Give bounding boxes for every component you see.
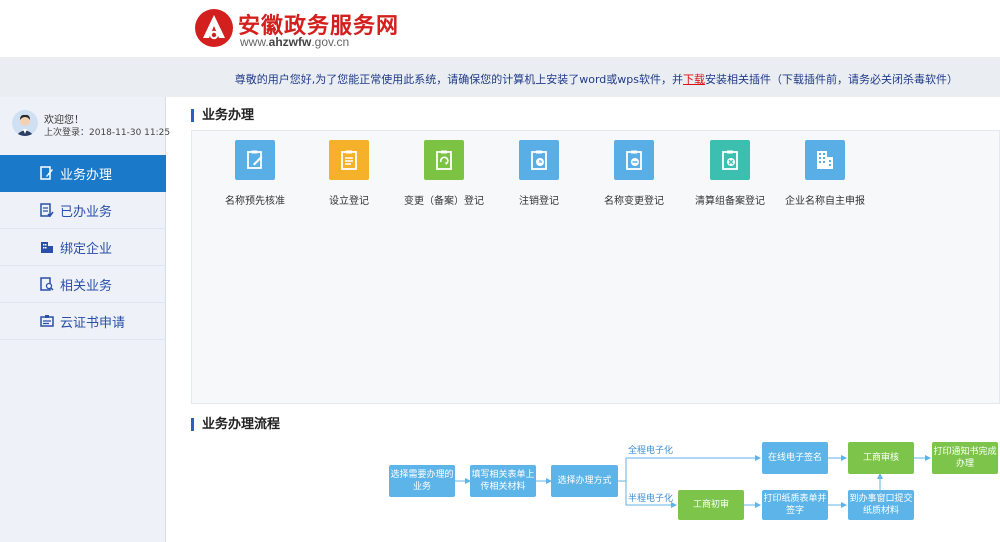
certificate-icon: [40, 315, 54, 327]
sidebar-item-business[interactable]: 业务办理: [0, 155, 166, 192]
sidebar-item-label: 云证书申请: [60, 315, 126, 331]
flow-branch-half: 半程电子化: [628, 494, 674, 504]
flow-step-online-sign: 在线电子签名: [762, 442, 828, 474]
tile-establish[interactable]: 设立登记: [299, 140, 399, 207]
welcome-text: 欢迎您！: [44, 115, 84, 126]
site-logo-icon[interactable]: [194, 8, 234, 48]
sidebar-item-bind-company[interactable]: 绑定企业: [0, 229, 166, 266]
tile-name-precheck[interactable]: 名称预先核准: [205, 140, 305, 207]
flow-step-submit-paper: 到办事窗口提交纸质材料: [848, 490, 914, 520]
flow-step-print-form: 打印纸质表单并签字: [762, 490, 828, 520]
tile-label: 清算组备案登记: [695, 196, 765, 207]
last-login-text: 上次登录：2018-11-30 11:25: [44, 128, 171, 138]
tile-icon-bg: [424, 140, 464, 180]
sidebar-item-done[interactable]: 已办业务: [0, 192, 166, 229]
user-avatar-icon: [12, 110, 38, 136]
sidebar-nav: 业务办理 已办业务 绑定企业 相关业务 云证书申请: [0, 155, 166, 340]
edit-doc-icon: [40, 166, 53, 180]
tile-label: 变更（备案）登记: [404, 196, 484, 207]
tile-icon-bg: [235, 140, 275, 180]
avatar: [12, 110, 38, 136]
search-doc-icon: [40, 277, 54, 291]
clipboard-icon: [341, 150, 357, 170]
tile-change[interactable]: 变更（备案）登记: [394, 140, 494, 207]
tile-label: 名称预先核准: [225, 196, 285, 207]
tile-label: 注销登记: [519, 196, 559, 207]
sidebar-item-label: 绑定企业: [60, 241, 113, 257]
flow-step-print-notice: 打印通知书完成办理: [932, 442, 998, 474]
tile-liquidation[interactable]: 清算组备案登记: [680, 140, 780, 207]
sidebar-item-cloud-cert[interactable]: 云证书申请: [0, 303, 166, 340]
flow-step-review: 工商审核: [848, 442, 914, 474]
flow-step-select-business: 选择需要办理的业务: [389, 465, 455, 497]
download-plugin-link[interactable]: 下载: [683, 73, 705, 86]
clipboard-refresh-icon: [436, 150, 452, 170]
flow-branch-full: 全程电子化: [628, 446, 674, 456]
clipboard-close-icon: [722, 150, 738, 170]
section-title-business: 业务办理: [191, 109, 254, 122]
tile-icon-bg: [805, 140, 845, 180]
done-doc-icon: [40, 203, 54, 217]
tile-icon-bg: [614, 140, 654, 180]
sidebar: 欢迎您！ 上次登录：2018-11-30 11:25 业务办理 已办业务 绑定企…: [0, 97, 170, 542]
tile-name-change[interactable]: 名称变更登记: [584, 140, 684, 207]
sidebar-item-label: 相关业务: [60, 278, 113, 294]
site-url: www.ahzwfw.gov.cn: [240, 35, 350, 49]
tile-icon-bg: [329, 140, 369, 180]
tile-icon-bg: [519, 140, 559, 180]
section-title-flow: 业务办理流程: [191, 418, 280, 431]
notice-text: 尊敬的用户您好,为了您能正常使用此系统，请确保您的计算机上安装了word或wps…: [234, 73, 958, 86]
user-info: 欢迎您！ 上次登录：2018-11-30 11:25: [0, 97, 170, 154]
tile-self-declare[interactable]: 企业名称自主申报: [775, 140, 875, 207]
flow-step-fill-form: 填写相关表单上传相关材料: [470, 465, 536, 497]
sidebar-item-related[interactable]: 相关业务: [0, 266, 166, 303]
sidebar-item-label: 业务办理: [60, 167, 113, 183]
sidebar-item-label: 已办业务: [60, 204, 113, 220]
clipboard-minus-icon: [626, 150, 642, 170]
building-icon: [41, 242, 53, 253]
tile-label: 设立登记: [329, 196, 369, 207]
tile-label: 企业名称自主申报: [785, 196, 865, 207]
clipboard-clock-icon: [531, 150, 547, 170]
clipboard-edit-icon: [247, 150, 263, 169]
site-header: 安徽政务服务网 www.ahzwfw.gov.cn: [0, 0, 1000, 57]
notice-bar: 尊敬的用户您好,为了您能正常使用此系统，请确保您的计算机上安装了word或wps…: [0, 57, 1000, 97]
flow-step-choose-method: 选择办理方式: [551, 465, 618, 497]
flow-step-initial-review: 工商初审: [678, 490, 744, 520]
office-building-icon: [817, 151, 833, 169]
tile-cancel[interactable]: 注销登记: [489, 140, 589, 207]
tile-icon-bg: [710, 140, 750, 180]
tile-label: 名称变更登记: [604, 196, 664, 207]
